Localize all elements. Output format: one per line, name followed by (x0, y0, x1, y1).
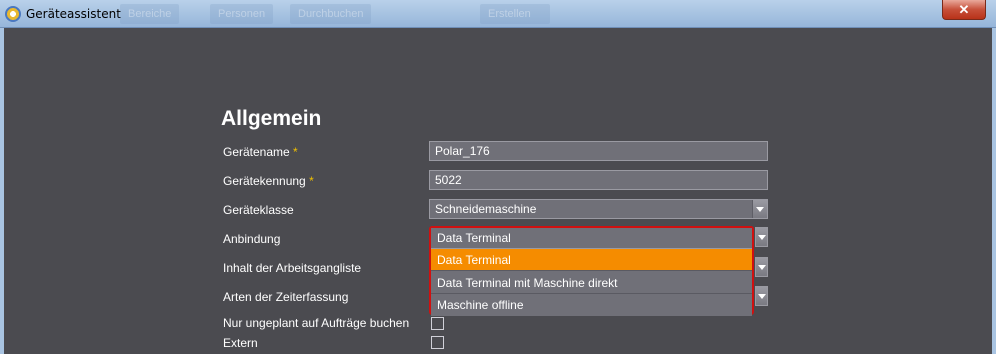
geraetekennung-input[interactable]: 5022 (429, 170, 768, 190)
ghost-nav-item: Bereiche ▾ (120, 4, 180, 40)
arbeitsgangliste-chevron-down-icon[interactable] (755, 257, 768, 277)
window-titlebar: Geräteassistent Bereiche ▾ Personen Durc… (0, 0, 996, 40)
required-marker: * (309, 174, 314, 188)
required-marker: * (293, 145, 298, 159)
nur-ungeplant-checkbox[interactable] (431, 317, 444, 330)
geraetename-label: Gerätename * (223, 145, 298, 159)
chevron-down-icon[interactable] (752, 200, 767, 218)
geraetename-input[interactable]: Polar_176 (429, 141, 768, 161)
section-title: Allgemein (221, 107, 322, 130)
zeiterfassung-chevron-down-icon[interactable] (755, 286, 768, 306)
geraetekennung-label-text: Gerätekennung (223, 174, 306, 188)
geraeteklasse-label: Geräteklasse (223, 203, 294, 217)
window-title: Geräteassistent (26, 7, 121, 21)
ghost-nav-item: Personen (210, 4, 274, 24)
extern-checkbox[interactable] (431, 336, 444, 349)
ghost-nav-item: Erstellen (480, 4, 550, 24)
app-gear-icon (5, 6, 21, 22)
geraeteklasse-value: Schneidemaschine (435, 202, 537, 216)
extern-label: Extern (223, 336, 258, 350)
dialog-content: Allgemein Gerätename * Polar_176 Gerätek… (4, 28, 992, 354)
anbindung-chevron-down-icon[interactable] (755, 227, 768, 247)
dropdown-option[interactable]: Maschine offline (431, 294, 752, 316)
anbindung-label: Anbindung (223, 232, 281, 246)
dropdown-option[interactable]: Data Terminal (431, 249, 752, 271)
close-button[interactable]: ✕ (942, 0, 986, 20)
arbeitsgangliste-label: Inhalt der Arbeitsgangliste (223, 261, 362, 275)
geraetekennung-label: Gerätekennung * (223, 174, 314, 188)
anbindung-current-value[interactable]: Data Terminal (431, 228, 752, 249)
zeiterfassung-label: Arten der Zeiterfassung (223, 290, 349, 304)
dropdown-option[interactable]: Data Terminal mit Maschine direkt (431, 272, 752, 294)
geraetename-label-text: Gerätename (223, 145, 290, 159)
nur-ungeplant-label: Nur ungeplant auf Aufträge buchen (223, 316, 410, 330)
anbindung-dropdown[interactable]: Data Terminal Data Terminal Data Termina… (429, 226, 754, 316)
ghost-nav-item: Durchbuchen ▾ (290, 4, 372, 40)
window-frame-right (992, 28, 996, 354)
geraeteklasse-select[interactable]: Schneidemaschine (429, 199, 768, 219)
